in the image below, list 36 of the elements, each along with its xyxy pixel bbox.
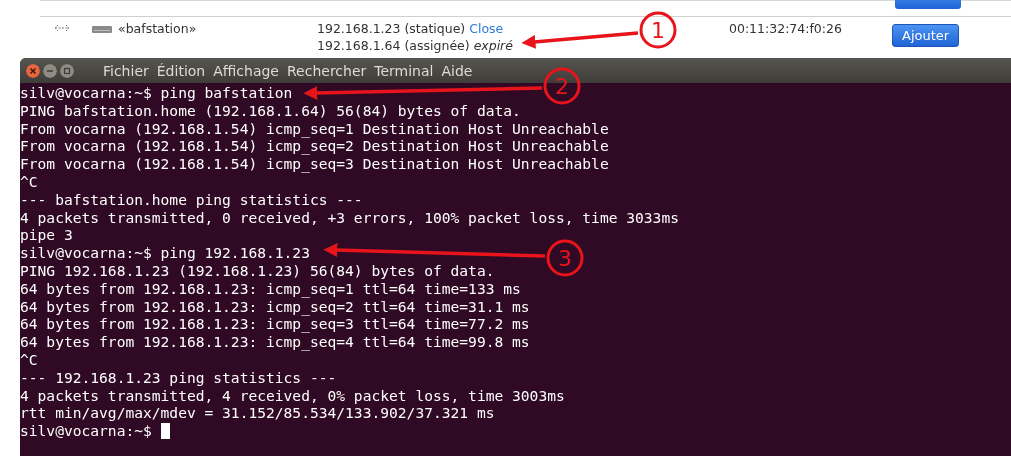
terminal-line: 64 bytes from 192.168.1.23: icmp_seq=2 ttl=64 time=31.1 ms xyxy=(20,297,530,316)
ip-address: 192.168.1.23 (statique) xyxy=(317,21,466,36)
mac-address: 00:11:32:74:f0:26 xyxy=(729,21,843,36)
terminal-line: 4 packets transmitted, 4 received, 0% packet loss, time 3003ms xyxy=(20,386,565,405)
terminal-line: pipe 3 xyxy=(20,226,73,245)
terminal-line: --- 192.168.1.23 ping statistics --- xyxy=(20,368,337,387)
close-link[interactable]: Close xyxy=(469,21,504,36)
terminal-line: 4 packets transmitted, 0 received, +3 errors, 100% packet loss, time 3033ms xyxy=(20,208,679,227)
terminal-line: 64 bytes from 192.168.1.23: icmp_seq=4 ttl=64 time=99.8 ms xyxy=(20,333,530,351)
terminal-line: silv@vocarna:~$ ping 192.168.1.23 xyxy=(20,244,310,262)
host-name: «bafstation» xyxy=(118,21,198,36)
callout-number: 2 xyxy=(543,67,581,105)
terminal-line: PING 192.168.1.23 (192.168.1.23) 56(84) bytes of data. xyxy=(20,261,495,280)
terminal-line: silv@vocarna:~$ ping bafstation xyxy=(20,84,293,102)
terminal-line: 64 bytes from 192.168.1.23: icmp_seq=3 ttl=64 time=77.2 ms xyxy=(20,315,530,334)
expired-label: expiré xyxy=(473,38,513,53)
terminal-line: --- bafstation.home ping statistics --- xyxy=(20,190,363,209)
menu-item[interactable]: Terminal xyxy=(370,62,438,79)
callout-number: 1 xyxy=(639,11,677,49)
terminal-line: rtt min/avg/max/mdev = 31.152/85.534/133.902/37.321 ms xyxy=(20,404,495,423)
menu-item[interactable]: Affichage xyxy=(209,62,283,79)
menu-item[interactable]: Fichier xyxy=(99,62,153,79)
add-button[interactable]: Ajouter xyxy=(892,24,960,47)
terminal-line: PING bafstation.home (192.168.1.64) 56(84) bytes of data. xyxy=(20,101,521,120)
menu-item[interactable]: Rechercher xyxy=(283,62,371,79)
menu-item[interactable]: Aide xyxy=(437,62,477,79)
terminal-line: ^C xyxy=(20,173,38,191)
callout-number: 3 xyxy=(546,239,584,277)
ip-address: 192.168.1.64 (assignée) xyxy=(317,38,470,53)
terminal-line: 64 bytes from 192.168.1.23: icmp_seq=1 ttl=64 time=133 ms xyxy=(20,279,521,298)
menu-item[interactable]: Édition xyxy=(152,62,210,79)
terminal-line: From vocarna (192.168.1.54) icmp_seq=2 Destination Host Unreachable xyxy=(20,137,609,156)
terminal-line: From vocarna (192.168.1.54) icmp_seq=1 Destination Host Unreachable xyxy=(20,119,609,138)
terminal-line: From vocarna (192.168.1.54) icmp_seq=3 Destination Host Unreachable xyxy=(20,155,609,173)
terminal-line: silv@vocarna:~$ xyxy=(20,422,152,440)
terminal-line: ^C xyxy=(20,350,38,369)
